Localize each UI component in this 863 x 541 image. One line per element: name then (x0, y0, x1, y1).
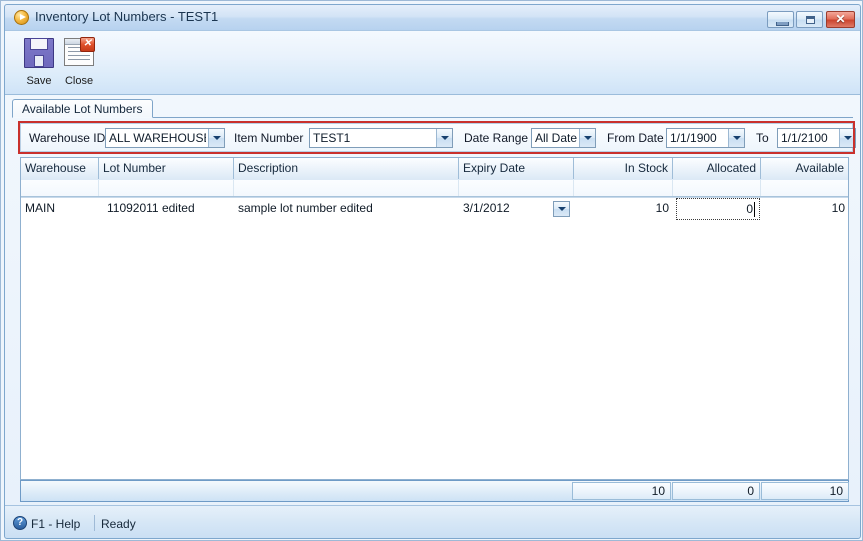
tab-strip: Available Lot Numbers (12, 99, 853, 118)
date-range-value: All Dates (535, 131, 577, 145)
window-close-icon: ✕ (64, 37, 95, 66)
minimize-button[interactable] (767, 11, 794, 28)
lot-numbers-grid[interactable]: Warehouse Lot Number Description Expiry … (20, 157, 849, 480)
cell-description[interactable]: sample lot number edited (234, 198, 459, 220)
new-row-cell-warehouse[interactable] (21, 180, 99, 196)
warehouse-id-label: Warehouse ID (29, 131, 106, 145)
status-divider (94, 515, 95, 531)
cell-expiry-date[interactable]: 3/1/2012 (459, 198, 574, 220)
from-date-value: 1/1/1900 (670, 131, 717, 145)
tab-available-lot-numbers[interactable]: Available Lot Numbers (12, 99, 153, 118)
warehouse-id-select[interactable]: ALL WAREHOUSE (105, 128, 225, 148)
warehouse-id-value: ALL WAREHOUSE (109, 131, 206, 145)
item-number-value: TEST1 (313, 131, 351, 145)
cell-expiry-date-value: 3/1/2012 (463, 201, 510, 215)
cell-allocated-value: 0 (746, 202, 753, 216)
column-header-lot-number[interactable]: Lot Number (99, 158, 234, 179)
to-date-select[interactable]: 1/1/2100 (777, 128, 856, 148)
to-date-value: 1/1/2100 (781, 131, 828, 145)
client-area: Available Lot Numbers Warehouse ID ALL W… (5, 95, 860, 505)
grid-totals-row: 10 0 10 (20, 480, 849, 502)
date-range-select[interactable]: All Dates (531, 128, 596, 148)
status-bar: ? F1 - Help Ready (5, 505, 860, 538)
maximize-icon (806, 16, 815, 24)
filter-bar: Warehouse ID ALL WAREHOUSE Item Number T… (20, 123, 856, 152)
floppy-disk-icon (24, 38, 54, 68)
chevron-down-icon[interactable] (728, 129, 744, 147)
text-caret (754, 202, 755, 217)
column-header-warehouse[interactable]: Warehouse (21, 158, 99, 179)
new-row-cell-allocated[interactable] (673, 180, 761, 196)
chevron-down-icon[interactable] (553, 201, 570, 217)
from-date-select[interactable]: 1/1/1900 (666, 128, 745, 148)
close-window-button[interactable]: ✕ (826, 11, 855, 28)
grid-empty-area[interactable] (21, 220, 848, 479)
minimize-icon (776, 22, 789, 26)
new-row-cell-expiry-date[interactable] (459, 180, 574, 196)
cell-allocated-editor[interactable]: 0 (676, 198, 760, 220)
total-in-stock: 10 (572, 482, 671, 500)
chevron-down-icon[interactable] (436, 129, 452, 147)
column-header-description[interactable]: Description (234, 158, 459, 179)
cell-warehouse[interactable]: MAIN (21, 198, 99, 220)
cell-lot-number[interactable]: 11092011 edited (103, 198, 234, 220)
maximize-button[interactable] (796, 11, 823, 28)
help-icon[interactable]: ? (13, 516, 27, 530)
grid-header-row: Warehouse Lot Number Description Expiry … (21, 158, 848, 181)
column-header-expiry-date[interactable]: Expiry Date (459, 158, 574, 179)
total-allocated: 0 (672, 482, 760, 500)
chevron-down-icon[interactable] (579, 129, 595, 147)
new-row-cell-description[interactable] (234, 180, 459, 196)
total-available: 10 (761, 482, 849, 500)
window-title: Inventory Lot Numbers - TEST1 (35, 9, 219, 24)
table-row[interactable]: MAIN 11092011 edited sample lot number e… (21, 197, 848, 221)
close-button[interactable]: ✕ Close (51, 35, 107, 91)
column-header-available[interactable]: Available (761, 158, 848, 179)
chevron-down-icon[interactable] (208, 129, 224, 147)
play-circle-icon (14, 10, 29, 25)
help-label[interactable]: F1 - Help (31, 517, 80, 531)
cell-available[interactable]: 10 (761, 198, 848, 220)
item-number-label: Item Number (234, 131, 304, 145)
close-icon: ✕ (835, 12, 846, 26)
item-number-select[interactable]: TEST1 (309, 128, 453, 148)
new-row-cell-in-stock[interactable] (574, 180, 673, 196)
column-header-allocated[interactable]: Allocated (673, 158, 761, 179)
new-row-cell-lot-number[interactable] (99, 180, 234, 196)
cell-in-stock[interactable]: 10 (574, 198, 673, 220)
to-date-label: To (756, 131, 769, 145)
close-button-label: Close (64, 75, 94, 87)
chevron-down-icon[interactable] (839, 129, 855, 147)
status-message: Ready (101, 517, 136, 531)
application-window: Inventory Lot Numbers - TEST1 ✕ Save ✕ C… (0, 0, 863, 541)
title-bar: Inventory Lot Numbers - TEST1 ✕ (5, 5, 860, 31)
toolbar: Save ✕ Close (5, 31, 860, 95)
from-date-label: From Date (607, 131, 664, 145)
column-header-in-stock[interactable]: In Stock (574, 158, 673, 179)
date-range-label: Date Range (464, 131, 529, 145)
new-row-cell-available[interactable] (761, 180, 848, 196)
grid-new-row-placeholder[interactable] (21, 180, 848, 197)
